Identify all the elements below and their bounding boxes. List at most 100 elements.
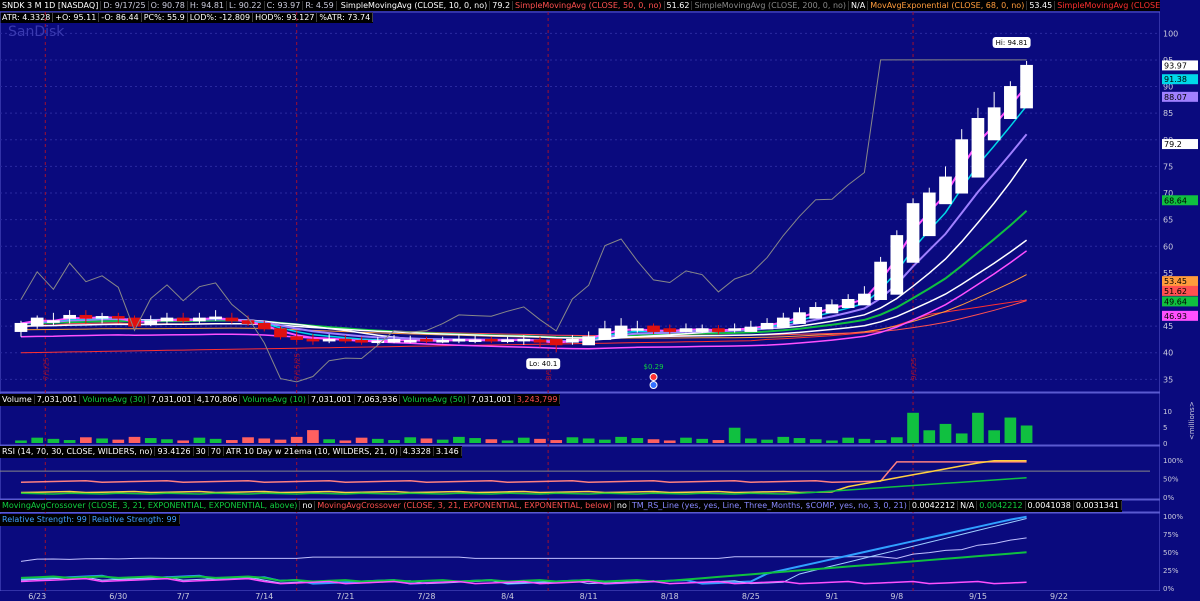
volume-bar <box>582 438 595 443</box>
volume-bar <box>371 438 384 443</box>
panel-label: VolumeAvg (30) <box>80 395 150 404</box>
volume-bar <box>696 438 709 443</box>
volume-bar <box>988 430 1000 443</box>
candle-body <box>160 317 174 322</box>
event-marker-label: 9/1/25 <box>910 357 918 380</box>
candle-body <box>339 338 352 342</box>
price-tag: 68.64 <box>1164 196 1187 205</box>
lo-label: Lo: 40.1 <box>529 360 557 368</box>
volume-bar <box>193 437 206 443</box>
volume-bar <box>128 436 141 443</box>
dividend-label: $0.29 <box>644 363 664 371</box>
candle-body <box>30 317 44 327</box>
volume-bar <box>1004 417 1017 443</box>
panel-label: TM_RS_Line (yes, yes, Line, Three_Months… <box>629 501 910 510</box>
volume-bar <box>112 439 125 443</box>
price-tag: 51.62 <box>1164 287 1187 296</box>
panel-label: 0.0042212 <box>909 501 959 510</box>
candle-body <box>841 299 855 308</box>
volume-bar <box>501 440 514 443</box>
panel-label: MovingAvgCrossover (CLOSE, 3, 21, EXPONE… <box>315 501 615 510</box>
x-tick: 7/14 <box>255 592 273 601</box>
volume-bar <box>242 437 254 443</box>
candle-body <box>809 306 823 319</box>
candle-body <box>549 338 563 346</box>
watermark-logo: SanDisk <box>8 24 65 40</box>
candle-body <box>403 339 417 343</box>
candle-body <box>712 328 725 332</box>
candle-body <box>728 328 741 331</box>
event-marker-label: 7/1/25 <box>42 357 50 380</box>
volume-bar <box>972 412 984 443</box>
x-tick: 7/21 <box>336 592 354 601</box>
volume-bar <box>745 438 757 443</box>
candle-body <box>533 339 547 343</box>
price-tick: 100 <box>1163 29 1178 38</box>
candle-body <box>209 316 222 320</box>
price-tag: 88.07 <box>1164 93 1187 102</box>
volume-bar <box>404 437 417 443</box>
candle-body <box>420 338 433 342</box>
rs-line <box>20 515 1027 585</box>
volume-bar <box>858 438 871 443</box>
x-tick: 8/4 <box>501 592 514 601</box>
price-tick: 40 <box>1163 349 1173 358</box>
candle-body <box>630 328 644 331</box>
volume-panel-labels: Volume 7,031,001 VolumeAvg (30) 7,031,001 4,… <box>0 394 561 406</box>
candle-body <box>14 322 28 332</box>
candle-body <box>890 235 904 295</box>
candle-body <box>1020 64 1033 109</box>
price-tag: 49.64 <box>1164 297 1187 306</box>
candle-body <box>744 326 758 332</box>
candle-body <box>776 317 790 328</box>
ma-line <box>20 158 1028 342</box>
volume-tick: 5 <box>1163 424 1167 432</box>
candle-body <box>939 176 952 205</box>
candle-body <box>322 338 336 342</box>
ma-line <box>20 85 1028 344</box>
candle-body <box>793 312 806 324</box>
x-tick: 8/18 <box>661 592 679 601</box>
candle-body <box>679 328 693 332</box>
candle-body <box>825 304 839 314</box>
volume-bar <box>534 438 546 443</box>
volume-bar <box>777 436 790 443</box>
price-tag: 53.45 <box>1164 277 1187 286</box>
panel-label: N/A <box>958 501 978 510</box>
event-marker-label: 7/15/25 <box>294 353 302 380</box>
volume-bar <box>339 440 352 443</box>
volume-tick: 0 <box>1163 440 1167 448</box>
volume-bar <box>80 437 92 443</box>
price-tick: 85 <box>1163 109 1173 118</box>
candle-body <box>922 192 936 237</box>
rsi-tick: 100% <box>1163 457 1183 465</box>
volume-bar <box>826 440 838 443</box>
event-marker-icon <box>649 381 658 389</box>
panel-label: Relative Strength: 99 <box>89 515 180 524</box>
candle-body <box>47 320 60 323</box>
candle-body <box>274 328 287 338</box>
volume-bar <box>290 436 303 443</box>
x-tick: 6/30 <box>109 592 127 601</box>
panel-label: 7,031,001 <box>309 395 355 404</box>
volume-bar <box>323 439 335 443</box>
volume-bar <box>842 437 855 443</box>
candle-body <box>566 338 579 343</box>
candle-body <box>436 339 450 343</box>
volume-bar <box>793 438 806 443</box>
panel-label: 0.0041038 <box>1025 501 1074 510</box>
price-tag: 91.38 <box>1164 75 1187 84</box>
price-tag: 93.97 <box>1164 61 1187 70</box>
candle-body <box>355 339 368 343</box>
candle-body <box>614 325 628 338</box>
rs-line <box>20 518 1027 585</box>
volume-bar <box>485 439 498 443</box>
rsi-panel-labels: RSI (14, 70, 30, CLOSE, WILDERS, no) 93.4… <box>0 446 462 458</box>
price-tick: 45 <box>1163 322 1173 331</box>
candle-body <box>858 293 871 306</box>
candle-body <box>306 338 320 342</box>
x-tick: 7/28 <box>417 592 435 601</box>
candle-body <box>193 317 206 322</box>
candle-body <box>760 322 774 330</box>
volume-bar <box>1020 425 1033 443</box>
